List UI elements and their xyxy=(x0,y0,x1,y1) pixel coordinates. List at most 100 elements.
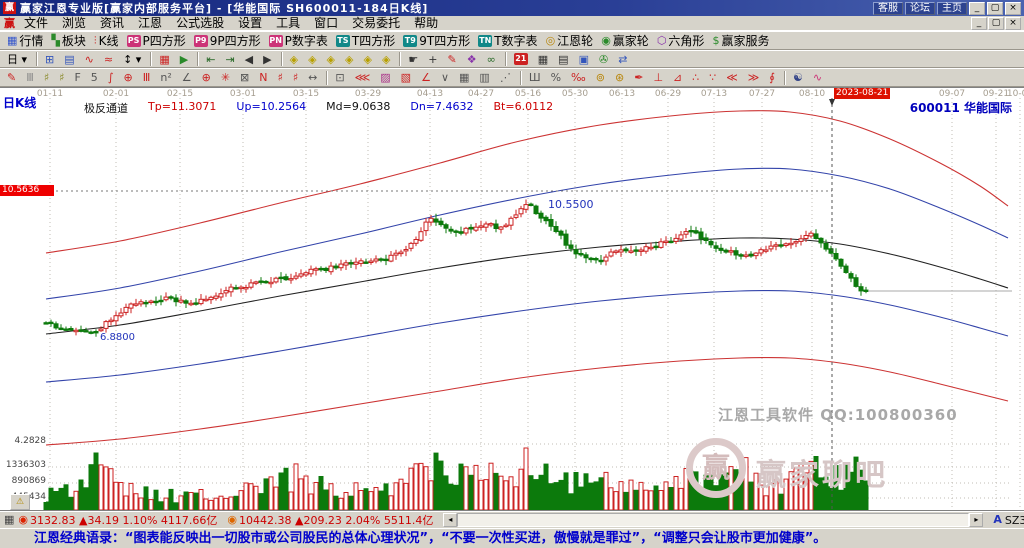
quotes-button[interactable]: ▦行情 xyxy=(3,32,47,49)
p-square-button[interactable]: PSP四方形 xyxy=(123,32,190,49)
scroll-right-icon[interactable]: ▸ xyxy=(969,513,983,527)
p9-square-button[interactable]: P99P四方形 xyxy=(190,32,265,49)
menu-设置[interactable]: 设置 xyxy=(231,16,269,30)
angle-ruler-icon[interactable]: ∠ xyxy=(178,69,198,86)
chip-distribution-icon[interactable]: ❖ xyxy=(463,51,483,68)
shift-right-icon[interactable]: ≫ xyxy=(744,69,766,86)
gold-section-icon[interactable]: ⊚ xyxy=(592,69,611,86)
shift-left-icon[interactable]: ≪ xyxy=(722,69,744,86)
calendar-icon[interactable]: 21 xyxy=(510,51,534,68)
permille-tool-icon[interactable]: ‰ xyxy=(567,69,592,86)
n2-tool-icon[interactable]: n² xyxy=(156,69,177,86)
f-lines-icon[interactable]: F xyxy=(70,69,86,86)
percent-tool-icon[interactable]: % xyxy=(547,69,567,86)
titlebar-link-support[interactable]: 客服 xyxy=(873,2,903,15)
close-button[interactable]: × xyxy=(1005,2,1021,15)
zoom-diamond-1-icon[interactable]: ◈ xyxy=(286,51,304,68)
check-line-icon[interactable]: ∨ xyxy=(437,69,455,86)
zoom-diamond-2-icon[interactable]: ◈ xyxy=(304,51,322,68)
menu-浏览[interactable]: 浏览 xyxy=(55,16,93,30)
window-style-icon[interactable]: ⊞ xyxy=(41,51,60,68)
titlebar-link-forum[interactable]: 论坛 xyxy=(905,2,935,15)
t-table-button[interactable]: TNT数字表 xyxy=(474,32,541,49)
zoom-diamond-4-icon[interactable]: ◈ xyxy=(341,51,359,68)
fan-lines-icon[interactable]: ⋘ xyxy=(351,69,377,86)
menu-资讯[interactable]: 资讯 xyxy=(93,16,131,30)
doodle-pen-icon[interactable]: ✎ xyxy=(444,51,463,68)
nav-prev-icon[interactable]: ◀ xyxy=(241,51,259,68)
comb-lines-icon[interactable]: Ш xyxy=(525,69,547,86)
dots-tool-icon[interactable]: ∴ xyxy=(688,69,705,86)
rect-select-icon[interactable]: ⊡ xyxy=(331,69,350,86)
trend-step-icon[interactable]: ≈ xyxy=(100,51,119,68)
sh-index-icon[interactable]: ◉ xyxy=(18,513,28,526)
vline-group-icon[interactable]: Ⅲ xyxy=(22,69,40,86)
mdi-minimize-button[interactable]: _ xyxy=(971,17,987,30)
gold-circle-icon[interactable]: ⊛ xyxy=(611,69,630,86)
gann-grid-icon[interactable]: ♯ xyxy=(40,69,55,86)
draw-pen-icon[interactable]: ✎ xyxy=(3,69,22,86)
red-grid2-icon[interactable]: ♯ xyxy=(289,69,304,86)
p-table-button[interactable]: PNP数字表 xyxy=(265,32,332,49)
slash-lines-icon[interactable]: ⋰ xyxy=(496,69,517,86)
info-panel-icon[interactable]: ▤ xyxy=(60,51,80,68)
nav-next-icon[interactable]: ▶ xyxy=(259,51,277,68)
menu-工具[interactable]: 工具 xyxy=(269,16,307,30)
titlebar-link-home[interactable]: 主页 xyxy=(937,2,967,15)
hand-tool-icon[interactable]: ☛ xyxy=(404,51,424,68)
mdi-restore-button[interactable]: ▢ xyxy=(988,17,1004,30)
wave-icon[interactable]: ∿ xyxy=(809,69,828,86)
menu-文件[interactable]: 文件 xyxy=(17,16,55,30)
screenshot-icon[interactable]: ✇ xyxy=(595,51,614,68)
horizontal-scrollbar[interactable]: ◂ ▸ xyxy=(443,513,983,527)
nav-first-icon[interactable]: ⇤ xyxy=(202,51,221,68)
menu-帮助[interactable]: 帮助 xyxy=(407,16,445,30)
t-square-button[interactable]: TST四方形 xyxy=(332,32,399,49)
red-grid-icon[interactable]: ♯ xyxy=(274,69,289,86)
period-day-dropdown[interactable]: 日 ▾ xyxy=(3,51,33,68)
crosshair-tool-icon[interactable]: + xyxy=(424,51,443,68)
grid-icon[interactable]: ▦ xyxy=(4,513,14,526)
annotation-tool-button[interactable]: ⚠ xyxy=(10,494,30,510)
gann-grid2-icon[interactable]: ♯ xyxy=(55,69,70,86)
brush-tool-icon[interactable]: ✒ xyxy=(630,69,649,86)
menu-窗口[interactable]: 窗口 xyxy=(307,16,345,30)
restore-button[interactable]: ▢ xyxy=(987,2,1003,15)
kline-compress-icon[interactable]: ▦ xyxy=(155,51,175,68)
hexagon-button[interactable]: ⬡六角形 xyxy=(653,32,709,49)
angle-line-icon[interactable]: ∠ xyxy=(417,69,437,86)
menu-公式选股[interactable]: 公式选股 xyxy=(169,16,231,30)
zoom-diamond-6-icon[interactable]: ◈ xyxy=(378,51,396,68)
timeshare-icon[interactable]: ▶ xyxy=(176,51,194,68)
calculator-icon[interactable]: ▦ xyxy=(534,51,554,68)
winner-service-button[interactable]: $赢家服务 xyxy=(708,32,773,49)
star-burst-icon[interactable]: ✳ xyxy=(217,69,236,86)
gann-wheel-button[interactable]: ◎江恩轮 xyxy=(542,32,598,49)
five-lines-icon[interactable]: 5 xyxy=(87,69,104,86)
zoom-diamond-5-icon[interactable]: ◈ xyxy=(359,51,377,68)
shade-box2-icon[interactable]: ▧ xyxy=(397,69,417,86)
circle-cross-icon[interactable]: ⊕ xyxy=(120,69,139,86)
grid-dense-icon[interactable]: ▦ xyxy=(455,69,475,86)
tri-tool-icon[interactable]: ⊿ xyxy=(669,69,688,86)
scrollbar-track[interactable] xyxy=(457,513,969,527)
kline-button[interactable]: ⫶K线 xyxy=(90,32,123,49)
zoom-diamond-3-icon[interactable]: ◈ xyxy=(323,51,341,68)
font-icon[interactable]: A xyxy=(993,513,1002,526)
yinyang-icon[interactable]: ☯ xyxy=(789,69,809,86)
grid-dense2-icon[interactable]: ▥ xyxy=(475,69,495,86)
integral-tool-icon[interactable]: ∮ xyxy=(765,69,781,86)
scroll-left-icon[interactable]: ◂ xyxy=(443,513,457,527)
nav-last-icon[interactable]: ⇥ xyxy=(221,51,240,68)
minimize-button[interactable]: _ xyxy=(969,2,985,15)
level-tool-icon[interactable]: ⊥ xyxy=(649,69,669,86)
shade-box-icon[interactable]: ▨ xyxy=(376,69,396,86)
binoculars-icon[interactable]: ∞ xyxy=(483,51,502,68)
wave-mark-icon[interactable]: N xyxy=(255,69,273,86)
trend-small-icon[interactable]: ∿ xyxy=(81,51,100,68)
winner-wheel-button[interactable]: ◉赢家轮 xyxy=(597,32,653,49)
notepad-icon[interactable]: ▤ xyxy=(554,51,574,68)
width-tool-icon[interactable]: ↔ xyxy=(304,69,323,86)
dots2-tool-icon[interactable]: ∵ xyxy=(705,69,722,86)
transfer-icon[interactable]: ⇄ xyxy=(614,51,633,68)
